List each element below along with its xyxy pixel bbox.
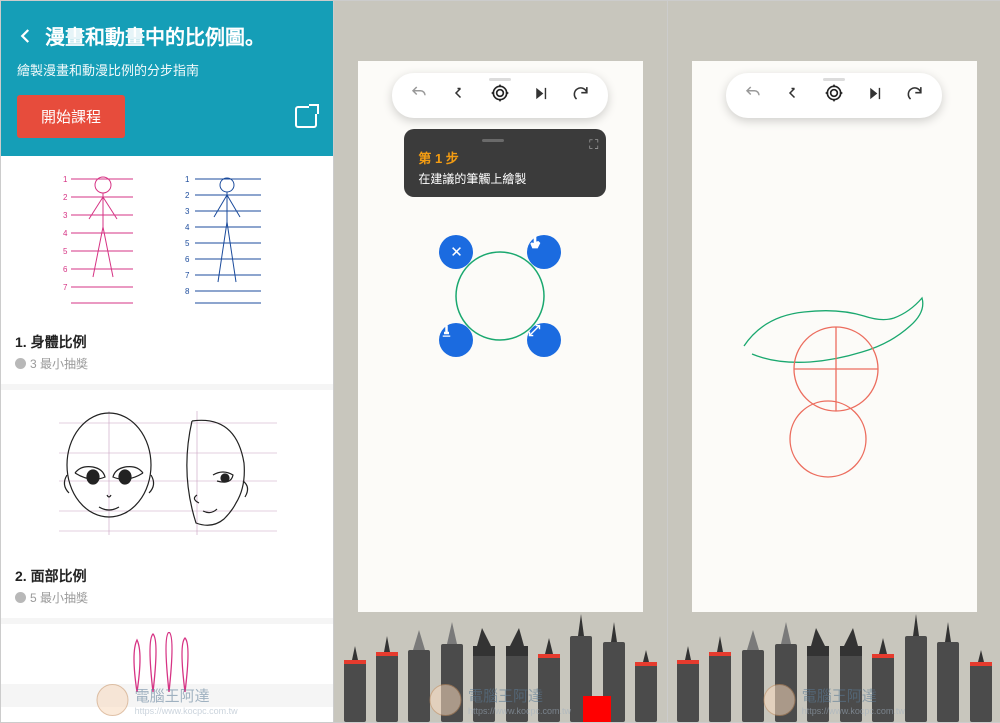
page-subtitle: 繪製漫畫和動漫比例的分步指南	[17, 60, 317, 79]
selection-box[interactable]: ✕	[445, 241, 555, 351]
brush-tool[interactable]	[407, 626, 431, 722]
lesson-header: 漫畫和動畫中的比例圖。 繪製漫畫和動漫比例的分步指南 開始課程	[1, 1, 333, 156]
brush-tool[interactable]	[676, 636, 700, 722]
brush-tool[interactable]	[634, 638, 658, 722]
svg-text:6: 6	[63, 265, 68, 274]
svg-text:3: 3	[63, 211, 68, 220]
brush-tool[interactable]	[343, 636, 367, 722]
watermark-avatar	[430, 684, 462, 716]
watermark: 電腦王阿達https://www.kocpc.com.tw	[430, 684, 571, 716]
svg-text:5: 5	[63, 247, 68, 256]
watermark-avatar	[764, 684, 796, 716]
brush-tool[interactable]	[969, 638, 993, 722]
watermark: 電腦王阿達https://www.kocpc.com.tw	[97, 684, 238, 716]
svg-text:3: 3	[185, 207, 190, 216]
prev-step-icon[interactable]	[450, 84, 468, 107]
lesson-card[interactable]: 1 2 3 4 5 6 7 1 2 3 4 5 6 7 8 1. 身體比例 3 最小抽獎	[1, 156, 333, 384]
drag-handle-icon[interactable]	[823, 78, 845, 81]
svg-text:2: 2	[185, 191, 190, 200]
svg-text:7: 7	[63, 283, 68, 292]
replay-icon[interactable]	[571, 84, 590, 108]
sketch-lines	[724, 281, 944, 501]
close-handle-icon[interactable]: ✕	[439, 235, 473, 269]
brush-tool[interactable]	[708, 628, 732, 722]
lesson-list[interactable]: 1 2 3 4 5 6 7 1 2 3 4 5 6 7 8 1. 身體比例 3 最小抽獎	[1, 156, 333, 707]
lesson-duration: 3 最小抽獎	[15, 355, 319, 372]
svg-text:1: 1	[63, 175, 68, 184]
brush-tool[interactable]	[375, 628, 399, 722]
drawing-canvas-pane: ✕ /* generated below */	[334, 1, 667, 722]
brush-tool[interactable]	[741, 626, 765, 722]
target-icon[interactable]	[490, 83, 510, 108]
next-step-icon[interactable]	[866, 85, 883, 107]
lesson-card[interactable]	[1, 624, 333, 684]
brush-tool[interactable]	[936, 618, 960, 722]
stamp-handle-icon[interactable]	[439, 323, 473, 357]
svg-text:4: 4	[185, 223, 190, 232]
drag-handle-icon[interactable]	[482, 139, 504, 142]
step-number: 第 1 步	[418, 148, 568, 167]
svg-text:4: 4	[63, 229, 68, 238]
svg-text:6: 6	[185, 255, 190, 264]
prev-step-icon[interactable]	[784, 84, 802, 107]
touch-handle-icon[interactable]	[527, 235, 561, 269]
replay-icon[interactable]	[905, 84, 924, 108]
page-title: 漫畫和動畫中的比例圖。	[45, 21, 265, 50]
expand-icon[interactable]: ⛶	[589, 137, 598, 153]
chevron-left-icon[interactable]	[17, 27, 35, 45]
brush-tool[interactable]	[904, 612, 928, 722]
clock-icon	[15, 358, 26, 369]
resize-handle-icon[interactable]	[527, 323, 561, 357]
lesson-thumbnail	[1, 390, 333, 556]
watermark: 電腦王阿達https://www.kocpc.com.tw	[764, 684, 905, 716]
drag-handle-icon[interactable]	[489, 78, 511, 81]
step-tooltip[interactable]: ⛶ 第 1 步 在建議的筆觸上繪製	[404, 129, 606, 197]
drawing-canvas-pane: 2% 電腦王阿達https://www.kocpc.com.tw	[668, 1, 1000, 722]
step-instruction: 在建議的筆觸上繪製	[418, 170, 568, 187]
clock-icon	[15, 592, 26, 603]
svg-text:2: 2	[63, 193, 68, 202]
undo-step-icon[interactable]	[744, 84, 762, 107]
lesson-title: 2. 面部比例	[15, 566, 319, 586]
svg-text:7: 7	[185, 271, 190, 280]
playback-bar[interactable]	[726, 73, 942, 118]
svg-text:1: 1	[185, 175, 190, 184]
lesson-duration: 5 最小抽獎	[15, 589, 319, 606]
playback-bar[interactable]	[392, 73, 608, 118]
lesson-card[interactable]: 2. 面部比例 5 最小抽獎	[1, 390, 333, 618]
start-lesson-button[interactable]: 開始課程	[17, 95, 125, 138]
color-swatch[interactable]	[583, 696, 611, 722]
target-icon[interactable]	[824, 83, 844, 108]
lesson-title: 1. 身體比例	[15, 332, 319, 352]
lesson-list-pane: 漫畫和動畫中的比例圖。 繪製漫畫和動漫比例的分步指南 開始課程 1 2 3 4 5 6 7	[1, 1, 334, 722]
undo-step-icon[interactable]	[410, 84, 428, 107]
next-step-icon[interactable]	[532, 85, 549, 107]
svg-text:8: 8	[185, 287, 190, 296]
svg-text:5: 5	[185, 239, 190, 248]
external-link-icon[interactable]	[295, 106, 317, 128]
lesson-thumbnail: 1 2 3 4 5 6 7 1 2 3 4 5 6 7 8	[1, 156, 333, 322]
watermark-avatar	[97, 684, 129, 716]
